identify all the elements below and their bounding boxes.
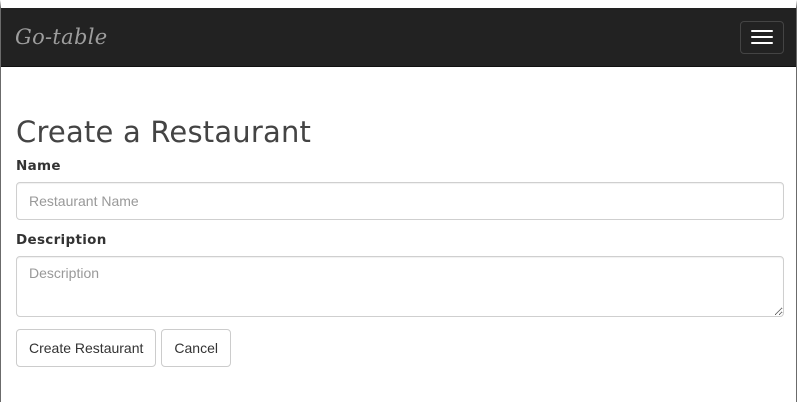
description-form-group: Description	[16, 232, 789, 317]
main-content: Create a Restaurant Name Description Cre…	[1, 115, 796, 367]
page-title: Create a Restaurant	[16, 115, 312, 149]
hamburger-menu-icon	[751, 42, 773, 44]
description-label: Description	[16, 232, 107, 248]
app-window: Go-table Create a Restaurant Name Descri…	[0, 0, 797, 402]
name-form-group: Name	[16, 158, 789, 220]
create-restaurant-button[interactable]: Create Restaurant	[16, 329, 157, 367]
menu-toggle-button[interactable]	[740, 20, 784, 54]
name-label: Name	[16, 158, 61, 174]
brand-logo[interactable]: Go-table	[15, 25, 107, 49]
cancel-button[interactable]: Cancel	[161, 329, 231, 367]
description-textarea[interactable]	[16, 256, 784, 317]
form-actions: Create Restaurant Cancel	[16, 329, 789, 367]
hamburger-menu-icon	[751, 36, 773, 38]
hamburger-menu-icon	[751, 30, 773, 32]
create-restaurant-form: Name Description Create Restaurant Cance…	[16, 158, 789, 367]
restaurant-name-input[interactable]	[16, 182, 784, 220]
navbar: Go-table	[1, 8, 796, 67]
